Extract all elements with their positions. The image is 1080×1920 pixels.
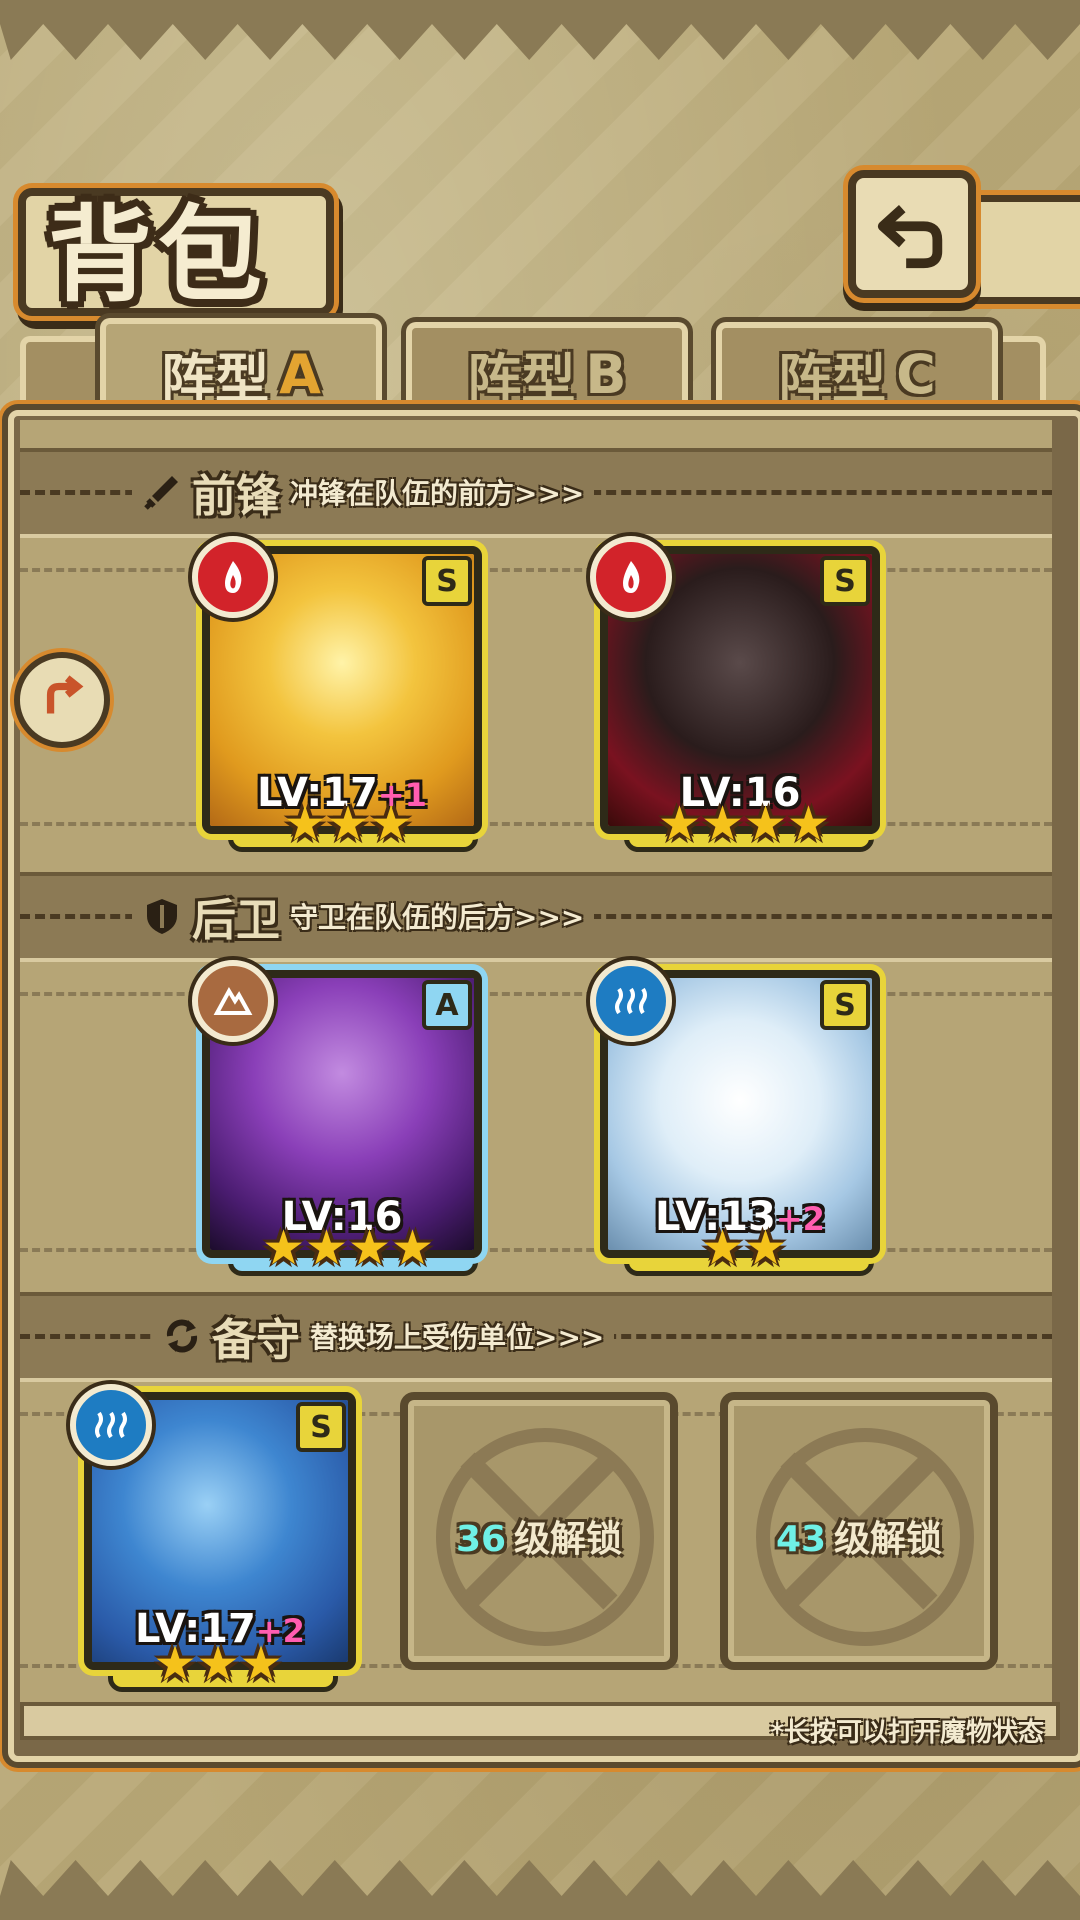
unit-stars: ★★★ bbox=[153, 1636, 283, 1692]
unit-stars: ★★★★ bbox=[261, 1220, 435, 1276]
rank-badge: S bbox=[296, 1402, 346, 1452]
unlock-requirement: 43 级解锁 bbox=[775, 1519, 943, 1560]
arrow-icon bbox=[46, 675, 84, 714]
shelf-line bbox=[20, 992, 1052, 996]
tab-letter: A bbox=[279, 342, 321, 406]
section-desc: 冲锋在队伍的前方>>> bbox=[290, 477, 585, 510]
long-press-hint: *长按可以打开魔物状态 bbox=[770, 1718, 1044, 1748]
tab-formation-c[interactable]: 阵型 C bbox=[716, 322, 998, 420]
tab-label: 阵型 bbox=[467, 347, 576, 411]
locked-slot[interactable]: 43 级解锁 bbox=[720, 1392, 998, 1670]
section-back: 后卫 守卫在队伍的后方>>> bbox=[20, 872, 1052, 962]
swap-icon bbox=[166, 1319, 198, 1353]
section-desc: 替换场上受伤单位>>> bbox=[310, 1321, 605, 1354]
section-name: 后卫 bbox=[192, 895, 280, 946]
section-front: 前锋 冲锋在队伍的前方>>> bbox=[20, 448, 1052, 538]
tab-letter: C bbox=[896, 342, 936, 406]
fire-element-icon bbox=[590, 536, 672, 618]
unit-stars: ★★ bbox=[700, 1220, 788, 1276]
rank-badge: S bbox=[820, 556, 870, 606]
rank-badge: S bbox=[422, 556, 472, 606]
tab-formation-a[interactable]: 阵型 A bbox=[100, 318, 382, 424]
shelf-line bbox=[20, 822, 1052, 826]
shelf-line bbox=[20, 1248, 1052, 1252]
side-toggle-button[interactable] bbox=[14, 652, 110, 748]
section-name: 备守 bbox=[212, 1315, 300, 1366]
tab-label: 阵型 bbox=[778, 347, 887, 411]
shield-icon bbox=[147, 899, 177, 934]
page-title: 背包 bbox=[48, 194, 269, 316]
tab-formation-b[interactable]: 阵型 B bbox=[406, 322, 688, 420]
section-desc: 守卫在队伍的后方>>> bbox=[290, 901, 585, 934]
rank-badge: A bbox=[422, 980, 472, 1030]
sword-icon bbox=[144, 476, 178, 510]
unit-stars: ★★★★ bbox=[657, 796, 831, 852]
tab-label: 阵型 bbox=[161, 347, 270, 411]
tab-letter: B bbox=[585, 342, 627, 406]
section-name: 前锋 bbox=[192, 471, 280, 522]
locked-slot[interactable]: 36 级解锁 bbox=[400, 1392, 678, 1670]
section-reserve: 备守 替换场上受伤单位>>> bbox=[20, 1292, 1052, 1382]
rank-badge: S bbox=[820, 980, 870, 1030]
unlock-requirement: 36 级解锁 bbox=[455, 1519, 623, 1560]
water-element-icon bbox=[70, 1384, 152, 1466]
unit-stars: ★★★ bbox=[283, 796, 413, 852]
back-icon bbox=[877, 205, 943, 269]
shelf-line bbox=[20, 568, 1052, 572]
earth-element-icon bbox=[192, 960, 274, 1042]
fire-element-icon bbox=[192, 536, 274, 618]
back-button[interactable] bbox=[848, 170, 976, 298]
water-element-icon bbox=[590, 960, 672, 1042]
